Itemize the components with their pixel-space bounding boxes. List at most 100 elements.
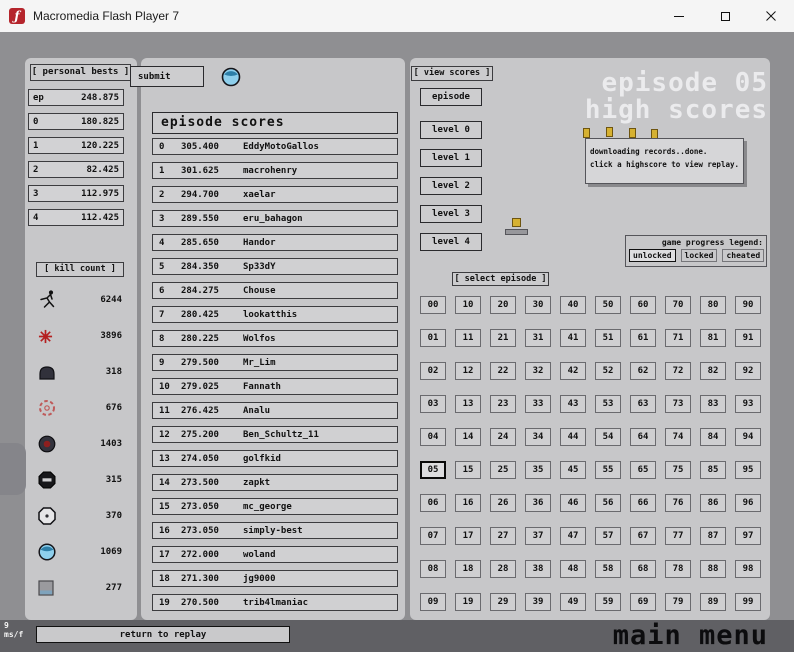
episode-cell[interactable]: 38: [525, 560, 551, 578]
episode-cell[interactable]: 88: [700, 560, 726, 578]
highscore-row[interactable]: 7 280.425 lookatthis: [152, 306, 398, 323]
episode-cell[interactable]: 45: [560, 461, 586, 479]
episode-cell[interactable]: 41: [560, 329, 586, 347]
episode-cell[interactable]: 60: [630, 296, 656, 314]
episode-cell[interactable]: 53: [595, 395, 621, 413]
episode-cell[interactable]: 10: [455, 296, 481, 314]
highscore-row[interactable]: 1 301.625 macrohenry: [152, 162, 398, 179]
episode-cell[interactable]: 42: [560, 362, 586, 380]
episode-cell[interactable]: 59: [595, 593, 621, 611]
highscore-row[interactable]: 14 273.500 zapkt: [152, 474, 398, 491]
episode-cell[interactable]: 54: [595, 428, 621, 446]
episode-cell[interactable]: 99: [735, 593, 761, 611]
highscore-row[interactable]: 18 271.300 jg9000: [152, 570, 398, 587]
episode-cell[interactable]: 79: [665, 593, 691, 611]
episode-cell[interactable]: 84: [700, 428, 726, 446]
episode-cell[interactable]: 40: [560, 296, 586, 314]
episode-cell[interactable]: 97: [735, 527, 761, 545]
episode-cell[interactable]: 96: [735, 494, 761, 512]
episode-cell[interactable]: 90: [735, 296, 761, 314]
episode-cell[interactable]: 14: [455, 428, 481, 446]
episode-cell[interactable]: 31: [525, 329, 551, 347]
episode-cell[interactable]: 08: [420, 560, 446, 578]
episode-cell[interactable]: 24: [490, 428, 516, 446]
episode-cell[interactable]: 09: [420, 593, 446, 611]
episode-cell[interactable]: 15: [455, 461, 481, 479]
episode-cell[interactable]: 67: [630, 527, 656, 545]
return-to-replay-button[interactable]: return to replay: [36, 626, 290, 643]
episode-cell[interactable]: 78: [665, 560, 691, 578]
episode-cell[interactable]: 22: [490, 362, 516, 380]
view-scores-button[interactable]: level 3: [420, 205, 482, 223]
view-scores-button[interactable]: episode: [420, 88, 482, 106]
episode-cell[interactable]: 71: [665, 329, 691, 347]
maximize-button[interactable]: [702, 0, 748, 32]
episode-cell[interactable]: 68: [630, 560, 656, 578]
episode-cell[interactable]: 12: [455, 362, 481, 380]
episode-cell[interactable]: 89: [700, 593, 726, 611]
episode-cell[interactable]: 18: [455, 560, 481, 578]
episode-cell[interactable]: 87: [700, 527, 726, 545]
episode-cell[interactable]: 94: [735, 428, 761, 446]
episode-cell[interactable]: 49: [560, 593, 586, 611]
episode-cell[interactable]: 04: [420, 428, 446, 446]
episode-cell[interactable]: 75: [665, 461, 691, 479]
episode-cell[interactable]: 52: [595, 362, 621, 380]
episode-cell[interactable]: 47: [560, 527, 586, 545]
highscore-row[interactable]: 15 273.050 mc_george: [152, 498, 398, 515]
view-scores-button[interactable]: level 4: [420, 233, 482, 251]
view-scores-button[interactable]: level 2: [420, 177, 482, 195]
highscore-row[interactable]: 19 270.500 trib4lmaniac: [152, 594, 398, 611]
episode-cell[interactable]: 11: [455, 329, 481, 347]
episode-cell[interactable]: 62: [630, 362, 656, 380]
episode-cell[interactable]: 80: [700, 296, 726, 314]
episode-cell[interactable]: 72: [665, 362, 691, 380]
episode-cell[interactable]: 16: [455, 494, 481, 512]
episode-cell[interactable]: 50: [595, 296, 621, 314]
episode-cell[interactable]: 98: [735, 560, 761, 578]
episode-cell[interactable]: 23: [490, 395, 516, 413]
episode-cell[interactable]: 76: [665, 494, 691, 512]
episode-cell[interactable]: 58: [595, 560, 621, 578]
episode-cell[interactable]: 61: [630, 329, 656, 347]
episode-cell[interactable]: 44: [560, 428, 586, 446]
episode-cell[interactable]: 64: [630, 428, 656, 446]
episode-cell[interactable]: 29: [490, 593, 516, 611]
episode-cell[interactable]: 57: [595, 527, 621, 545]
highscore-row[interactable]: 12 275.200 Ben_Schultz_11: [152, 426, 398, 443]
episode-cell[interactable]: 95: [735, 461, 761, 479]
episode-cell[interactable]: 73: [665, 395, 691, 413]
episode-cell[interactable]: 83: [700, 395, 726, 413]
episode-cell[interactable]: 81: [700, 329, 726, 347]
episode-cell[interactable]: 35: [525, 461, 551, 479]
episode-cell[interactable]: 74: [665, 428, 691, 446]
episode-cell[interactable]: 17: [455, 527, 481, 545]
highscore-row[interactable]: 5 284.350 Sp33dY: [152, 258, 398, 275]
highscore-row[interactable]: 6 284.275 Chouse: [152, 282, 398, 299]
episode-cell[interactable]: 25: [490, 461, 516, 479]
episode-cell[interactable]: 77: [665, 527, 691, 545]
episode-cell[interactable]: 02: [420, 362, 446, 380]
minimize-button[interactable]: [656, 0, 702, 32]
episode-cell[interactable]: 13: [455, 395, 481, 413]
highscore-row[interactable]: 9 279.500 Mr_Lim: [152, 354, 398, 371]
episode-cell[interactable]: 56: [595, 494, 621, 512]
episode-cell[interactable]: 92: [735, 362, 761, 380]
episode-cell[interactable]: 20: [490, 296, 516, 314]
episode-cell[interactable]: 06: [420, 494, 446, 512]
episode-cell[interactable]: 34: [525, 428, 551, 446]
highscore-row[interactable]: 3 289.550 eru_bahagon: [152, 210, 398, 227]
episode-cell[interactable]: 43: [560, 395, 586, 413]
episode-cell[interactable]: 03: [420, 395, 446, 413]
highscore-row[interactable]: 0 305.400 EddyMotoGallos: [152, 138, 398, 155]
episode-cell[interactable]: 82: [700, 362, 726, 380]
episode-cell[interactable]: 66: [630, 494, 656, 512]
highscore-row[interactable]: 13 274.050 golfkid: [152, 450, 398, 467]
highscore-row[interactable]: 2 294.700 xaelar: [152, 186, 398, 203]
episode-cell[interactable]: 63: [630, 395, 656, 413]
episode-cell[interactable]: 30: [525, 296, 551, 314]
episode-cell[interactable]: 85: [700, 461, 726, 479]
submit-button[interactable]: submit: [130, 66, 204, 87]
episode-cell[interactable]: 86: [700, 494, 726, 512]
episode-cell[interactable]: 33: [525, 395, 551, 413]
